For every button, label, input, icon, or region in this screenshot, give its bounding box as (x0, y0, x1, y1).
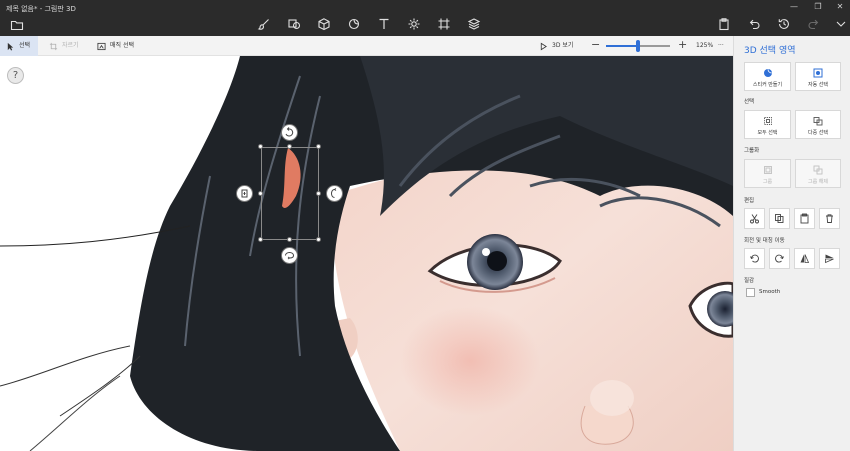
rotate-right-button[interactable] (769, 248, 790, 269)
paste-button[interactable] (794, 208, 815, 229)
brushes-icon[interactable] (257, 17, 271, 31)
multi-select-label: 다중 선택 (808, 130, 828, 136)
magic-select-label: 매직 선택 (110, 42, 134, 49)
resize-handle[interactable] (258, 144, 263, 149)
rotate-left-icon (750, 254, 759, 263)
auto-select-label: 자동 선택 (808, 82, 828, 88)
rotate-y-icon[interactable] (326, 185, 343, 202)
3d-shapes-icon[interactable] (317, 17, 331, 31)
girl-illustration (0, 56, 733, 451)
zoom-out-button[interactable]: − (591, 38, 600, 51)
3d-library-icon[interactable] (467, 17, 481, 31)
zoom-slider-fill (606, 45, 638, 47)
play-icon (540, 42, 547, 50)
crop-button: 자르기 (49, 36, 79, 56)
make-sticker-button[interactable]: 스티커 만들기 (744, 62, 791, 91)
select-tool-button[interactable]: 선택 (0, 36, 39, 56)
select-section-label: 선택 (744, 99, 755, 105)
history-icon[interactable] (777, 17, 791, 31)
resize-handle[interactable] (316, 191, 321, 196)
select-label: 선택 (19, 42, 31, 49)
crop-icon (49, 42, 58, 50)
menu-folder-icon[interactable] (10, 18, 24, 31)
resize-handle[interactable] (287, 237, 292, 242)
panel-title: 3D 선택 영역 (744, 46, 796, 56)
flip-vertical-button[interactable] (819, 248, 840, 269)
title-bar: 제목 없음* - 그림판 3D — ❐ ✕ (0, 0, 850, 36)
redo-icon (807, 17, 821, 31)
canvas-icon[interactable] (437, 17, 451, 31)
resize-handle[interactable] (316, 144, 321, 149)
rotate-left-button[interactable] (744, 248, 765, 269)
group-label: 그룹 (762, 179, 773, 185)
maximize-button[interactable]: ❐ (812, 2, 824, 12)
ungroup-label: 그룹 해제 (808, 179, 828, 185)
make-sticker-label: 스티커 만들기 (752, 82, 783, 88)
window-title: 제목 없음* - 그림판 3D (6, 5, 76, 13)
auto-select-button[interactable]: 자동 선택 (795, 62, 841, 91)
auto-select-icon (813, 68, 823, 78)
rotate-right-icon (775, 254, 784, 263)
edit-section-label: 편집 (744, 198, 755, 204)
text-icon[interactable] (377, 17, 391, 31)
flip-horizontal-button[interactable] (794, 248, 815, 269)
zoom-level: 125% (696, 42, 714, 49)
flip-vertical-icon (825, 254, 834, 264)
resize-handle[interactable] (316, 237, 321, 242)
zoom-in-button[interactable]: + (678, 38, 687, 51)
group-section-label: 그룹화 (744, 148, 760, 154)
zoom-slider-thumb[interactable] (636, 40, 640, 52)
magic-select-icon (97, 42, 106, 50)
crop-label: 자르기 (62, 42, 79, 49)
multi-select-button[interactable]: 다중 선택 (795, 110, 841, 139)
texture-section-label: 질감 (744, 278, 755, 284)
magic-select-button[interactable]: 매직 선택 (97, 36, 134, 56)
copy-icon (775, 214, 784, 223)
delete-button[interactable] (819, 208, 840, 229)
canvas[interactable] (0, 56, 733, 451)
undo-icon[interactable] (747, 17, 761, 31)
more-options-button[interactable]: ··· (718, 36, 724, 56)
paste-icon[interactable] (717, 17, 731, 31)
rotate-flip-section-label: 회전 및 대칭 이동 (744, 238, 785, 244)
2d-shapes-icon[interactable] (287, 17, 301, 31)
resize-handle[interactable] (287, 144, 292, 149)
smooth-checkbox[interactable] (746, 288, 755, 297)
sticker-icon (763, 69, 772, 77)
cut-button[interactable] (744, 208, 765, 229)
push-back-icon[interactable] (236, 185, 253, 202)
resize-handle[interactable] (258, 237, 263, 242)
group-button: 그룹 (744, 159, 791, 188)
smooth-label: Smooth (759, 289, 781, 295)
zoom-slider[interactable] (606, 40, 670, 52)
stickers-icon[interactable] (347, 17, 361, 31)
multi-select-icon (813, 117, 823, 126)
properties-panel: 3D 선택 영역 스티커 만들기 자동 선택 선택 모두 선택 다중 선택 그룹… (733, 36, 850, 451)
effects-icon[interactable] (407, 17, 421, 31)
cut-icon (750, 214, 759, 224)
rotate-x-icon[interactable] (281, 124, 298, 141)
view-3d-button[interactable]: 3D 보기 (539, 36, 573, 56)
view-3d-label: 3D 보기 (552, 42, 574, 49)
resize-handle[interactable] (258, 191, 263, 196)
help-button[interactable]: ? (7, 67, 24, 84)
close-window-button[interactable]: ✕ (834, 2, 846, 12)
minimize-button[interactable]: — (788, 2, 800, 12)
rotate-z-icon[interactable] (281, 247, 298, 264)
selection-box[interactable] (261, 147, 319, 240)
expand-chevron-icon[interactable] (834, 17, 848, 31)
ungroup-icon (813, 165, 823, 175)
select-all-label: 모두 선택 (757, 130, 778, 136)
cursor-icon (7, 42, 14, 51)
select-all-icon (763, 117, 772, 125)
ungroup-button: 그룹 해제 (795, 159, 841, 188)
flip-horizontal-icon (800, 254, 810, 263)
group-icon (763, 166, 772, 174)
copy-button[interactable] (769, 208, 790, 229)
paste-clipboard-icon (800, 213, 809, 224)
select-all-button[interactable]: 모두 선택 (744, 110, 791, 139)
trash-icon (826, 214, 833, 223)
